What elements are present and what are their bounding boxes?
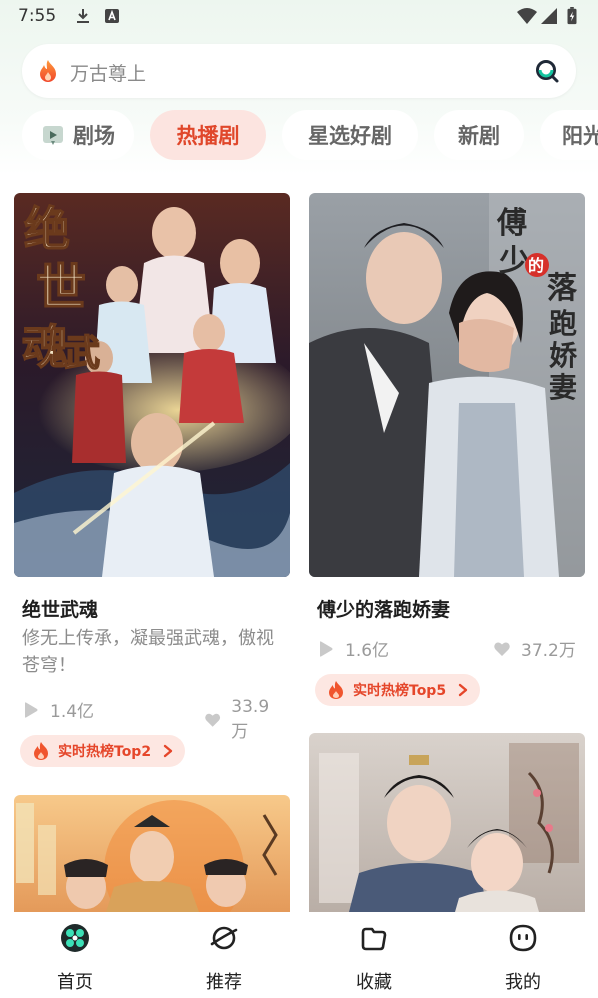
tab-label: 阳光 [562, 124, 598, 148]
nav-recommend[interactable]: 推荐 [164, 912, 284, 998]
card-title[interactable]: 绝世武魂 [22, 595, 98, 622]
poster-artwork: 傅 少 的 落 跑 娇 妻 [309, 193, 585, 577]
wifi-icon [517, 8, 537, 24]
play-bubble-icon [320, 640, 333, 657]
poster-title-char: 的 [528, 256, 544, 275]
card-description: 修无上传承，凝最强武魂，傲视苍穹！ [22, 628, 274, 676]
tab-hot-drama[interactable]: 热播剧 [150, 110, 266, 160]
heart-icon [494, 641, 510, 656]
profile-face-icon [509, 924, 537, 952]
rank-badge[interactable]: 实时热榜Top2 [20, 735, 186, 767]
poster-artwork [14, 795, 290, 912]
drama-card[interactable] [309, 733, 585, 912]
search-bar[interactable]: 万古尊上 [22, 44, 576, 98]
like-count: 37.2万 [493, 636, 576, 661]
status-time: 7:55 [18, 6, 57, 26]
a-letter-icon [105, 9, 119, 23]
poster-title-char: 少 [499, 244, 529, 279]
drama-card[interactable]: 绝 世 武 魂 绝世武魂 修无上传承，凝最强武魂，傲视苍穹！ 1.4亿 33.9… [14, 193, 290, 773]
poster-title-char: 绝 [24, 202, 70, 256]
poster-image[interactable]: 傅 少 的 落 跑 娇 妻 [309, 193, 585, 577]
heart-icon [205, 713, 221, 727]
poster-artwork [309, 733, 585, 912]
poster-image[interactable]: 绝 世 武 魂 [14, 193, 290, 577]
card-stats: 1.6亿 37.2万 [317, 636, 579, 661]
theater-icon [43, 126, 63, 145]
poster-image[interactable] [309, 733, 585, 912]
play-count: 1.6亿 [317, 636, 389, 661]
nav-home[interactable]: 首页 [15, 912, 135, 998]
poster-title-char: 妻 [549, 371, 577, 404]
like-count: 33.9万 [204, 697, 284, 742]
nav-profile[interactable]: 我的 [463, 912, 583, 998]
tab-theater[interactable]: 剧场 [22, 110, 134, 160]
poster-title-char: 跑 [549, 307, 577, 340]
fire-icon [40, 60, 56, 82]
card-stats: 1.4亿 33.9万 [22, 697, 284, 742]
fire-icon [34, 742, 48, 760]
nav-label: 推荐 [206, 972, 242, 993]
poster-title-char: 娇 [549, 339, 578, 372]
poster-title-char: 落 [547, 271, 578, 306]
play-bubble-icon [25, 701, 38, 718]
like-count-value: 37.2万 [521, 641, 576, 661]
tab-sunshine[interactable]: 阳光 [540, 110, 598, 160]
nav-label: 我的 [505, 972, 541, 993]
play-count: 1.4亿 [22, 697, 94, 722]
tab-label: 剧场 [73, 124, 115, 148]
search-icon[interactable] [534, 58, 560, 84]
drama-card[interactable] [14, 795, 290, 912]
home-icon [61, 924, 89, 952]
nav-label: 首页 [57, 972, 93, 993]
tab-label: 星选好剧 [308, 124, 392, 148]
chevron-right-icon [163, 744, 173, 758]
category-tabs: 剧场 热播剧 星选好剧 新剧 阳光 [0, 108, 598, 164]
tab-new-drama[interactable]: 新剧 [434, 110, 524, 160]
chevron-right-icon [458, 683, 468, 697]
signal-icon [541, 8, 557, 24]
poster-title-char: 武 [64, 332, 100, 374]
poster-title-char: 世 [36, 258, 86, 317]
tab-label: 热播剧 [176, 124, 240, 148]
poster-image[interactable] [14, 795, 290, 912]
card-title[interactable]: 傅少的落跑娇妻 [317, 595, 450, 622]
search-input[interactable]: 万古尊上 [70, 59, 146, 86]
drama-card[interactable]: 傅 少 的 落 跑 娇 妻 傅少的落跑娇妻 1.6亿 37.2万 实时热榜Top… [309, 193, 585, 713]
bottom-nav: 首页 推荐 收藏 我的 [0, 912, 598, 998]
poster-title-char: 魂 [22, 320, 68, 374]
like-count-value: 33.9万 [231, 697, 270, 742]
planet-icon [210, 926, 238, 950]
fire-icon [329, 681, 343, 699]
tab-star-picks[interactable]: 星选好剧 [282, 110, 418, 160]
status-bar: 7:55 [0, 0, 598, 34]
battery-charging-icon [567, 7, 577, 25]
tab-label: 新剧 [458, 124, 500, 148]
rank-badge[interactable]: 实时热榜Top5 [315, 674, 481, 706]
rank-label: 实时热榜Top5 [353, 683, 447, 699]
play-count-value: 1.4亿 [50, 702, 95, 722]
nav-label: 收藏 [356, 972, 392, 993]
poster-title-char: 傅 [496, 206, 527, 241]
rank-label: 实时热榜Top2 [58, 744, 152, 760]
nav-favorites[interactable]: 收藏 [314, 912, 434, 998]
download-icon [77, 9, 89, 23]
poster-artwork: 绝 世 武 魂 [14, 193, 290, 577]
folder-icon [361, 927, 387, 951]
play-count-value: 1.6亿 [345, 641, 390, 661]
